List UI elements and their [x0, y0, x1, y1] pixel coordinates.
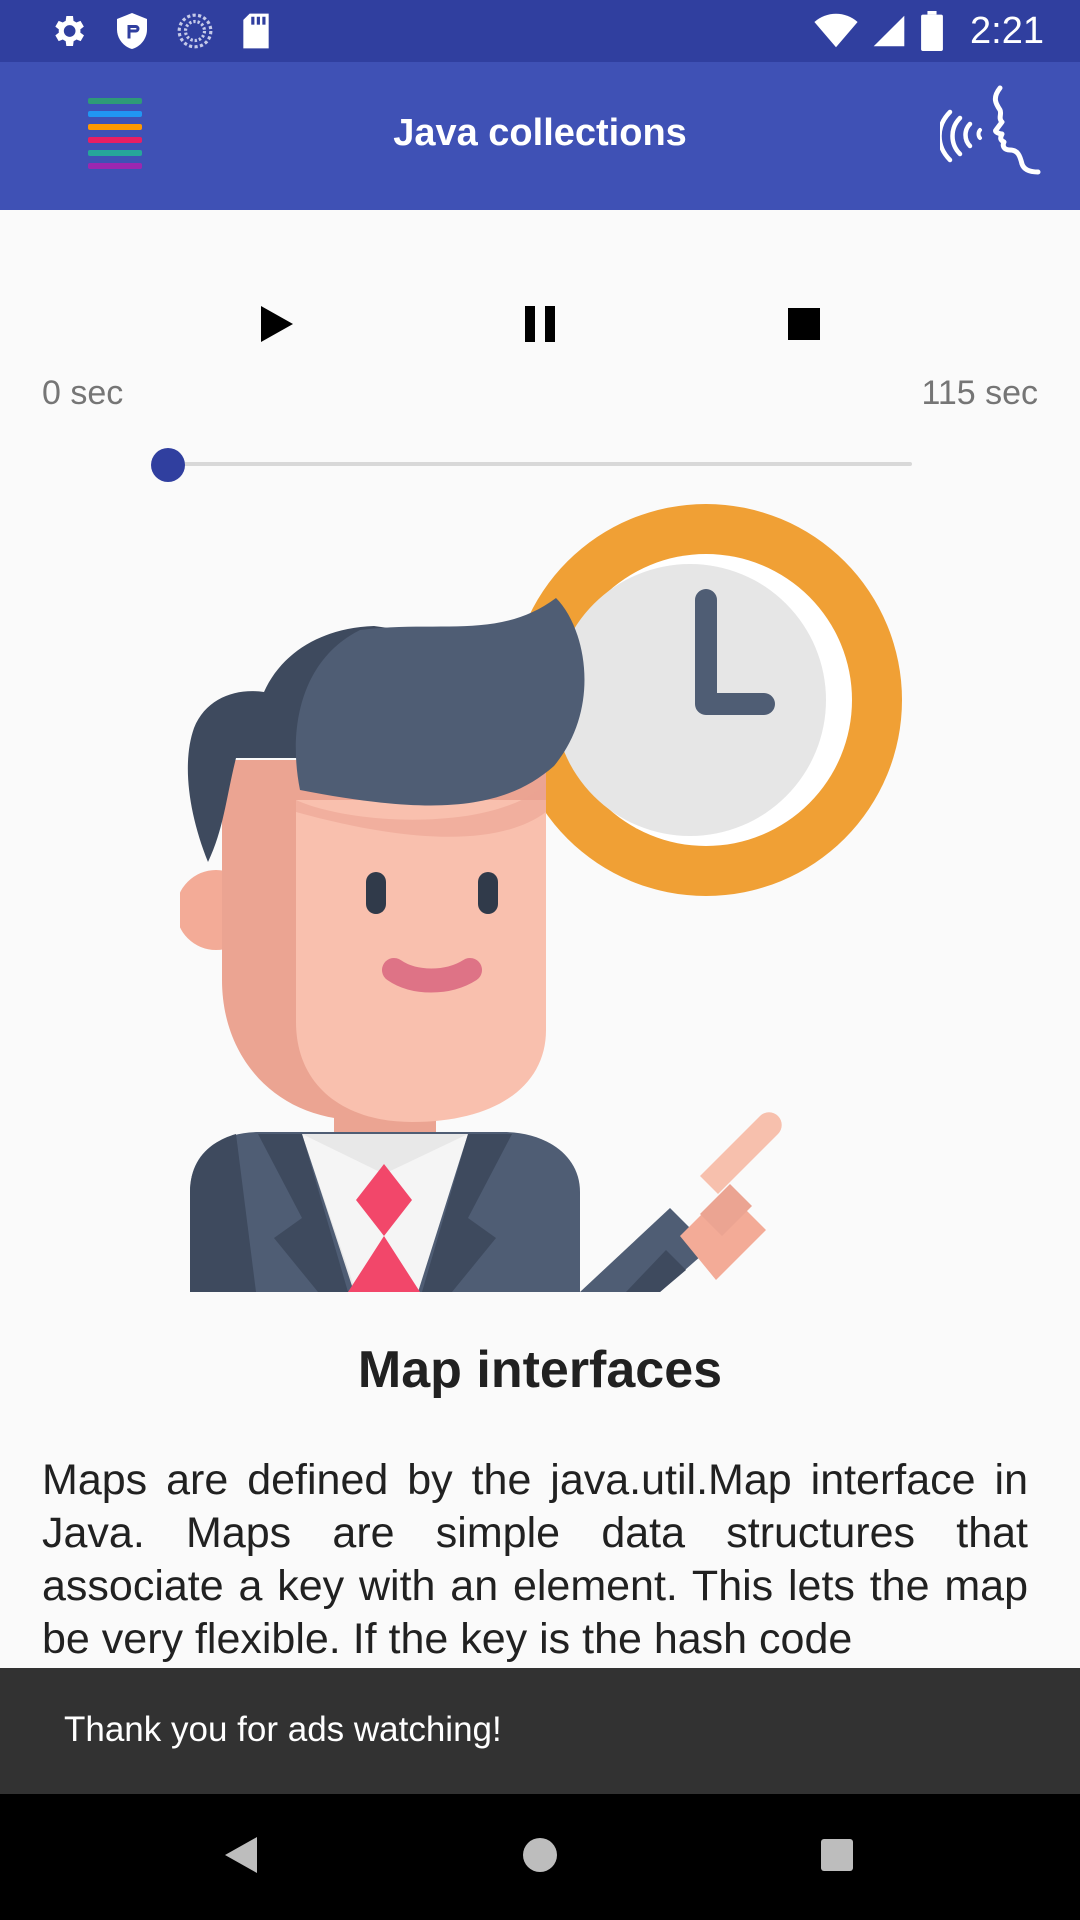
player-controls: [0, 296, 1080, 356]
home-icon: [521, 1836, 559, 1879]
wifi-icon: [814, 13, 858, 49]
gear-icon: [48, 11, 88, 51]
status-bar: 2:21: [0, 0, 1080, 62]
sd-card-icon: [240, 12, 272, 50]
stop-button[interactable]: [774, 296, 834, 356]
home-button[interactable]: [515, 1832, 565, 1882]
total-time: 115 sec: [921, 374, 1038, 412]
app-bar: Java collections: [0, 62, 1080, 210]
voice-speaking-icon[interactable]: [937, 82, 1050, 192]
battery-icon: [920, 11, 944, 51]
back-button[interactable]: [216, 1832, 266, 1882]
shield-icon: [114, 11, 150, 51]
navigation-bar: [0, 1794, 1080, 1920]
play-icon: [259, 304, 295, 349]
play-button[interactable]: [247, 296, 307, 356]
recents-button[interactable]: [812, 1832, 862, 1882]
businessman-clock-illustration: [176, 500, 920, 1300]
recents-icon: [820, 1838, 854, 1877]
sync-icon: [176, 12, 214, 50]
stop-icon: [787, 307, 821, 346]
seek-bar-thumb[interactable]: [151, 448, 185, 482]
pause-button[interactable]: [510, 296, 570, 356]
section-title: Map interfaces: [357, 1341, 723, 1399]
section-body-text: Maps are defined by the java.util.Map in…: [42, 1456, 1028, 1663]
seek-bar-track[interactable]: [168, 462, 912, 466]
app-title: Java collections: [393, 112, 687, 154]
status-icons-left: [48, 12, 272, 50]
elapsed-time: 0 sec: [42, 374, 124, 412]
back-icon: [223, 1835, 259, 1880]
snackbar: Thank you for ads watching!: [0, 1668, 1080, 1794]
pause-icon: [523, 304, 557, 349]
signal-icon: [872, 13, 906, 49]
status-icons-right: 2:21: [814, 10, 1044, 52]
status-clock: 2:21: [970, 9, 1044, 52]
snackbar-message: Thank you for ads watching!: [64, 1710, 502, 1749]
